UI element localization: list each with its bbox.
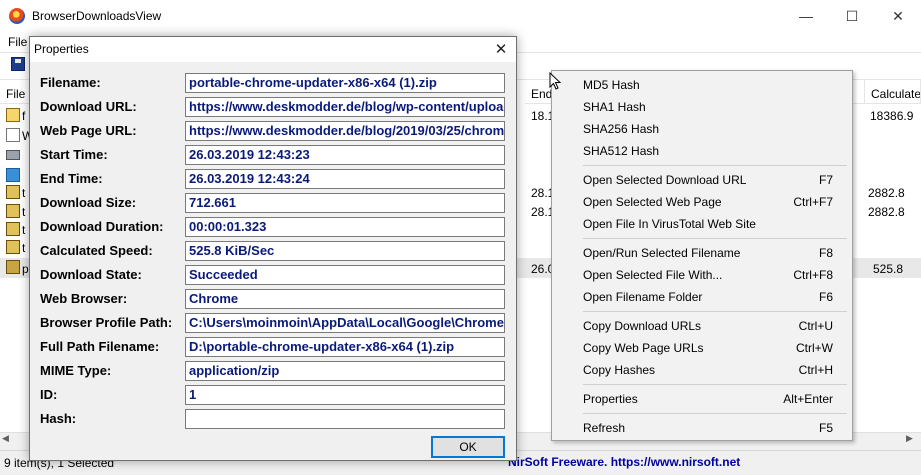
save-icon[interactable] <box>11 57 25 71</box>
menu-item-sha1-hash[interactable]: SHA1 Hash <box>583 100 646 114</box>
field-label-web-page-url: Web Page URL: <box>40 123 137 138</box>
menu-item-open-file-with[interactable]: Open Selected File With... <box>583 268 722 282</box>
menu-shortcut-properties: Alt+Enter <box>783 392 833 406</box>
row-8-name[interactable]: t <box>22 241 25 255</box>
field-label-start-time: Start Time: <box>40 147 108 162</box>
field-value-hash[interactable] <box>185 409 505 429</box>
field-label-download-state: Download State: <box>40 267 142 282</box>
row-6-name[interactable]: t <box>22 205 25 219</box>
menu-file[interactable]: File <box>8 35 27 49</box>
menu-separator <box>583 384 847 385</box>
row-5-calculated: 2882.8 <box>868 186 905 200</box>
row-6-calculated: 2882.8 <box>868 205 905 219</box>
menu-item-copy-download-urls[interactable]: Copy Download URLs <box>583 319 701 333</box>
menu-shortcut-copy-web-page-urls: Ctrl+W <box>796 341 833 355</box>
field-value-web-page-url[interactable]: https://www.deskmodder.de/blog/2019/03/2… <box>185 121 505 141</box>
field-label-web-browser: Web Browser: <box>40 291 128 306</box>
menu-shortcut-open-download-url: F7 <box>818 173 833 187</box>
dialog-title-bar <box>30 37 516 62</box>
field-value-filename[interactable]: portable-chrome-updater-x86-x64 (1).zip <box>185 73 505 93</box>
close-window-button[interactable]: ✕ <box>875 0 921 32</box>
menu-item-properties[interactable]: Properties <box>583 392 638 406</box>
menu-shortcut-open-web-page: Ctrl+F7 <box>793 195 833 209</box>
menu-separator <box>583 413 847 414</box>
menu-item-md5-hash[interactable]: MD5 Hash <box>583 78 640 92</box>
document-icon <box>6 128 20 142</box>
field-value-web-browser[interactable]: Chrome <box>185 289 505 309</box>
field-value-browser-profile-path[interactable]: C:\Users\moinmoin\AppData\Local\Google\C… <box>185 313 505 333</box>
field-label-id: ID: <box>40 387 58 402</box>
scroll-right-arrow-icon[interactable]: ▶ <box>906 433 913 444</box>
field-label-browser-profile-path: Browser Profile Path: <box>40 315 173 330</box>
menu-separator <box>583 165 847 166</box>
menu-item-refresh[interactable]: Refresh <box>583 421 625 435</box>
row-1-name[interactable]: f <box>22 109 25 123</box>
row-5-name[interactable]: t <box>22 186 25 200</box>
window-title: BrowserDownloadsView <box>32 9 162 23</box>
menu-shortcut-copy-download-urls: Ctrl+U <box>798 319 833 333</box>
field-value-download-url[interactable]: https://www.deskmodder.de/blog/wp-conten… <box>185 97 505 117</box>
field-value-full-path-filename[interactable]: D:\portable-chrome-updater-x86-x64 (1).z… <box>185 337 505 357</box>
field-value-start-time[interactable]: 26.03.2019 12:43:23 <box>185 145 505 165</box>
field-value-download-state[interactable]: Succeeded <box>185 265 505 285</box>
menu-item-sha512-hash[interactable]: SHA512 Hash <box>583 144 659 158</box>
menu-item-copy-web-page-urls[interactable]: Copy Web Page URLs <box>583 341 704 355</box>
row-1-calculated: 18386.9 <box>870 109 914 123</box>
menu-shortcut-open-filename-folder: F6 <box>818 290 833 304</box>
menu-item-open-run-filename[interactable]: Open/Run Selected Filename <box>583 246 740 260</box>
field-label-hash: Hash: <box>40 411 77 426</box>
scroll-left-arrow-icon[interactable]: ◀ <box>2 433 9 444</box>
row-9-calculated: 525.8 <box>873 262 904 276</box>
dialog-close-button[interactable]: ✕ <box>490 38 512 60</box>
column-header-calculated[interactable]: Calculate <box>865 80 921 104</box>
field-value-calculated-speed[interactable]: 525.8 KiB/Sec <box>185 241 505 261</box>
field-value-download-size[interactable]: 712.661 <box>185 193 505 213</box>
field-label-filename: Filename: <box>40 75 101 90</box>
rar-file-icon <box>6 185 20 199</box>
mouse-cursor-icon <box>549 72 561 90</box>
rar-file-icon <box>6 204 20 218</box>
field-value-download-duration[interactable]: 00:00:01.323 <box>185 217 505 237</box>
minimize-button[interactable]: — <box>783 0 829 32</box>
field-value-end-time[interactable]: 26.03.2019 12:43:24 <box>185 169 505 189</box>
menu-item-open-virustotal[interactable]: Open File In VirusTotal Web Site <box>583 217 756 231</box>
row-9-name[interactable]: p <box>22 262 29 276</box>
field-label-mime-type: MIME Type: <box>40 363 112 378</box>
menu-item-copy-hashes[interactable]: Copy Hashes <box>583 363 655 377</box>
status-credit-link[interactable]: NirSoft Freeware. https://www.nirsoft.ne… <box>508 455 740 469</box>
menu-shortcut-open-file-with: Ctrl+F8 <box>793 268 833 282</box>
zip-file-icon <box>6 260 20 274</box>
rar-file-icon <box>6 240 20 254</box>
dialog-title: Properties <box>34 42 89 56</box>
rar-file-icon <box>6 222 20 236</box>
field-label-end-time: End Time: <box>40 171 103 186</box>
menu-shortcut-copy-hashes: Ctrl+H <box>798 363 833 377</box>
menu-separator <box>583 311 847 312</box>
field-value-id[interactable]: 1 <box>185 385 505 405</box>
maximize-button[interactable]: ☐ <box>829 0 875 32</box>
field-label-download-duration: Download Duration: <box>40 219 164 234</box>
menu-shortcut-open-run-filename: F8 <box>818 246 833 260</box>
drive-icon <box>6 150 20 160</box>
menu-item-open-filename-folder[interactable]: Open Filename Folder <box>583 290 702 304</box>
field-label-calculated-speed: Calculated Speed: <box>40 243 153 258</box>
row-7-name[interactable]: t <box>22 223 25 237</box>
app-icon <box>9 8 25 24</box>
zip-file-icon <box>6 108 20 122</box>
field-label-download-size: Download Size: <box>40 195 137 210</box>
field-label-full-path-filename: Full Path Filename: <box>40 339 160 354</box>
menu-shortcut-refresh: F5 <box>818 421 833 435</box>
field-value-mime-type[interactable]: application/zip <box>185 361 505 381</box>
menu-item-open-web-page[interactable]: Open Selected Web Page <box>583 195 722 209</box>
menu-separator <box>583 238 847 239</box>
menu-item-open-download-url[interactable]: Open Selected Download URL <box>583 173 746 187</box>
menu-item-sha256-hash[interactable]: SHA256 Hash <box>583 122 659 136</box>
ok-button[interactable]: OK <box>431 436 505 458</box>
app-file-icon <box>6 168 20 182</box>
field-label-download-url: Download URL: <box>40 99 137 114</box>
